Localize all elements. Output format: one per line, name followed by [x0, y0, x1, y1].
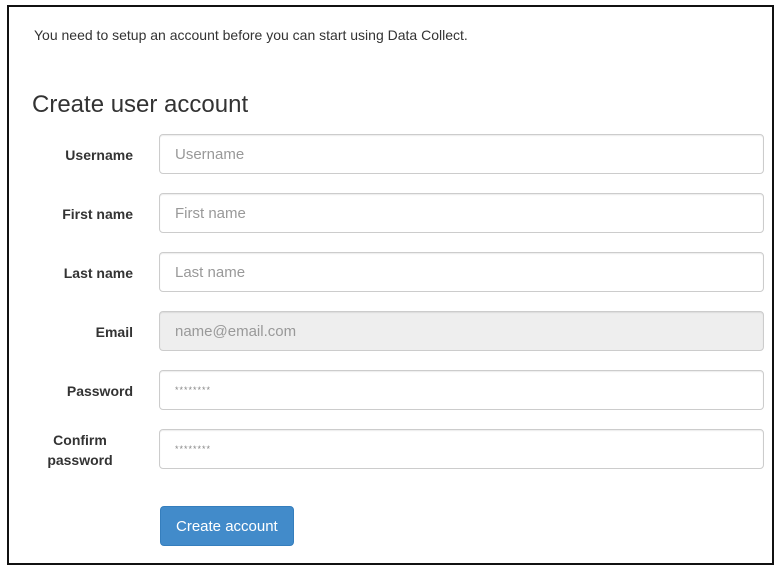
confirm-password-label: Confirm password — [27, 430, 133, 470]
first-name-row: First name — [9, 193, 772, 235]
last-name-row: Last name — [9, 252, 772, 294]
password-input[interactable] — [159, 370, 764, 410]
password-label: Password — [66, 383, 133, 399]
last-name-label: Last name — [63, 265, 133, 281]
email-row: Email — [9, 311, 772, 353]
create-account-button[interactable]: Create account — [160, 506, 294, 546]
intro-message: You need to setup an account before you … — [34, 27, 468, 43]
first-name-input[interactable] — [159, 193, 764, 233]
email-label: Email — [95, 324, 133, 340]
username-label: Username — [65, 147, 133, 163]
page-title: Create user account — [32, 91, 249, 118]
confirm-password-input[interactable] — [159, 429, 764, 469]
first-name-label: First name — [62, 206, 133, 222]
username-row: Username — [9, 134, 772, 176]
confirm-password-label-line1: Confirm — [53, 432, 107, 448]
username-input[interactable] — [159, 134, 764, 174]
confirm-password-row: Confirm password — [9, 429, 772, 471]
last-name-input[interactable] — [159, 252, 764, 292]
confirm-password-label-line2: password — [47, 452, 113, 468]
account-setup-panel: You need to setup an account before you … — [7, 5, 774, 565]
password-row: Password — [9, 370, 772, 412]
email-field — [159, 311, 764, 351]
